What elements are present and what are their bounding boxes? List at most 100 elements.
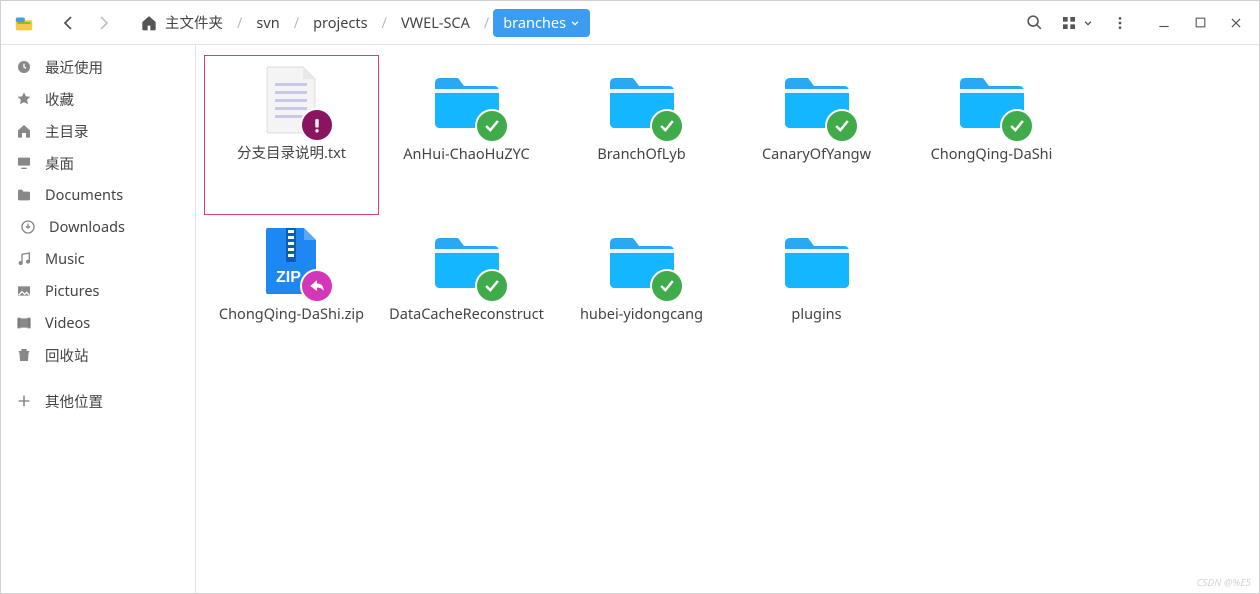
sidebar-item-收藏[interactable]: 收藏 bbox=[1, 83, 195, 115]
sidebar-item-label: 主目录 bbox=[45, 121, 89, 142]
file-item[interactable]: ZIP ChongQing-DaShi.zip bbox=[204, 215, 379, 375]
sidebar-item-documents[interactable]: Documents bbox=[1, 179, 195, 211]
minimize-button[interactable] bbox=[1147, 6, 1181, 40]
back-button[interactable] bbox=[51, 6, 85, 40]
file-item[interactable]: AnHui-ChaoHuZYC bbox=[379, 55, 554, 215]
file-label: AnHui-ChaoHuZYC bbox=[403, 145, 529, 163]
star-icon bbox=[15, 91, 33, 107]
desktop-icon bbox=[15, 155, 33, 171]
forward-button[interactable] bbox=[87, 6, 121, 40]
status-badge-ok bbox=[825, 109, 859, 143]
sidebar-item-桌面[interactable]: 桌面 bbox=[1, 147, 195, 179]
sidebar-item-label: Music bbox=[45, 249, 85, 269]
file-label: CanaryOfYangw bbox=[762, 145, 871, 163]
video-icon bbox=[15, 315, 33, 331]
grid-view-icon bbox=[1061, 15, 1077, 31]
picture-icon bbox=[15, 283, 33, 299]
status-badge-share bbox=[300, 269, 334, 303]
view-mode-button[interactable] bbox=[1053, 6, 1101, 40]
status-badge-ok bbox=[650, 269, 684, 303]
file-label: hubei-yidongcang bbox=[580, 305, 703, 323]
sidebar-other-locations[interactable]: 其他位置 bbox=[1, 385, 195, 417]
watermark: CSDN @%E5 bbox=[1197, 575, 1251, 589]
breadcrumb-vwel-sca[interactable]: VWEL-SCA bbox=[391, 9, 480, 37]
file-manager-window: 主文件夹 / svn / projects / VWEL-SCA / branc… bbox=[0, 0, 1260, 594]
kebab-icon bbox=[1112, 15, 1128, 31]
sidebar-item-label: Documents bbox=[45, 185, 123, 205]
maximize-button[interactable] bbox=[1183, 6, 1217, 40]
sidebar-item-label: Videos bbox=[45, 313, 90, 333]
status-badge-warn bbox=[300, 108, 334, 142]
sidebar-item-label: Downloads bbox=[49, 217, 125, 237]
breadcrumb-home[interactable]: 主文件夹 bbox=[131, 8, 233, 37]
zip-icon: ZIP bbox=[256, 225, 328, 297]
search-icon bbox=[1026, 14, 1043, 31]
music-icon bbox=[15, 251, 33, 267]
maximize-icon bbox=[1194, 16, 1207, 29]
sidebar-item-主目录[interactable]: 主目录 bbox=[1, 115, 195, 147]
file-label: plugins bbox=[791, 305, 841, 323]
status-badge-ok bbox=[650, 109, 684, 143]
file-label: BranchOfLyb bbox=[597, 145, 685, 163]
file-item[interactable]: BranchOfLyb bbox=[554, 55, 729, 215]
sidebar-item-label: 最近使用 bbox=[45, 57, 103, 78]
sidebar-item-videos[interactable]: Videos bbox=[1, 307, 195, 339]
breadcrumb-current[interactable]: branches bbox=[493, 9, 590, 37]
file-item[interactable]: hubei-yidongcang bbox=[554, 215, 729, 375]
sidebar-item-回收站[interactable]: 回收站 bbox=[1, 339, 195, 371]
search-button[interactable] bbox=[1017, 6, 1051, 40]
svg-text:ZIP: ZIP bbox=[276, 269, 301, 286]
file-item[interactable]: ChongQing-DaShi bbox=[904, 55, 1079, 215]
file-label: DataCacheReconstruct bbox=[389, 305, 544, 323]
sidebar-item-label: 其他位置 bbox=[45, 391, 103, 412]
status-badge-ok bbox=[475, 269, 509, 303]
sidebar: 最近使用 收藏 主目录 桌面 Documents Downloads Music… bbox=[1, 45, 196, 593]
download-icon bbox=[19, 219, 37, 235]
file-view[interactable]: 分支目录说明.txt AnHui-ChaoHuZYC BranchOfLyb C… bbox=[196, 45, 1259, 593]
sidebar-item-label: Pictures bbox=[45, 281, 100, 301]
folder-icon bbox=[781, 65, 853, 137]
file-item[interactable]: 分支目录说明.txt bbox=[204, 55, 379, 215]
app-icon bbox=[7, 6, 41, 40]
toolbar-right bbox=[1017, 6, 1253, 40]
plus-icon bbox=[15, 393, 33, 409]
sidebar-item-label: 桌面 bbox=[45, 153, 74, 174]
sidebar-item-pictures[interactable]: Pictures bbox=[1, 275, 195, 307]
body: 最近使用 收藏 主目录 桌面 Documents Downloads Music… bbox=[1, 45, 1259, 593]
file-item[interactable]: DataCacheReconstruct bbox=[379, 215, 554, 375]
folder-icon bbox=[781, 225, 853, 297]
folder-icon bbox=[606, 65, 678, 137]
breadcrumbs: 主文件夹 / svn / projects / VWEL-SCA / branc… bbox=[131, 8, 1015, 37]
breadcrumb-projects[interactable]: projects bbox=[303, 9, 377, 37]
minimize-icon bbox=[1157, 16, 1171, 30]
folder-icon bbox=[431, 65, 503, 137]
trash-icon bbox=[15, 347, 33, 363]
close-icon bbox=[1229, 16, 1243, 30]
chevron-down-icon bbox=[1083, 18, 1093, 28]
file-item[interactable]: CanaryOfYangw bbox=[729, 55, 904, 215]
sidebar-item-label: 收藏 bbox=[45, 89, 74, 110]
chevron-down-icon bbox=[570, 18, 580, 28]
sidebar-item-最近使用[interactable]: 最近使用 bbox=[1, 51, 195, 83]
hamburger-menu-button[interactable] bbox=[1103, 6, 1137, 40]
close-button[interactable] bbox=[1219, 6, 1253, 40]
clock-icon bbox=[15, 59, 33, 75]
status-badge-ok bbox=[475, 109, 509, 143]
folder-icon bbox=[956, 65, 1028, 137]
status-badge-ok bbox=[1000, 109, 1034, 143]
file-grid: 分支目录说明.txt AnHui-ChaoHuZYC BranchOfLyb C… bbox=[204, 55, 1251, 375]
toolbar: 主文件夹 / svn / projects / VWEL-SCA / branc… bbox=[1, 1, 1259, 45]
file-item[interactable]: plugins bbox=[729, 215, 904, 375]
file-label: ChongQing-DaShi bbox=[931, 145, 1053, 163]
folder-icon bbox=[606, 225, 678, 297]
sidebar-item-music[interactable]: Music bbox=[1, 243, 195, 275]
text-icon bbox=[256, 64, 328, 136]
sidebar-item-downloads[interactable]: Downloads bbox=[1, 211, 195, 243]
file-label: ChongQing-DaShi.zip bbox=[219, 305, 364, 323]
sidebar-item-label: 回收站 bbox=[45, 345, 89, 366]
folder-icon bbox=[15, 187, 33, 203]
file-label: 分支目录说明.txt bbox=[237, 144, 346, 162]
breadcrumb-svn[interactable]: svn bbox=[246, 9, 289, 37]
breadcrumb-home-label: 主文件夹 bbox=[165, 12, 223, 33]
home-icon bbox=[15, 123, 33, 139]
